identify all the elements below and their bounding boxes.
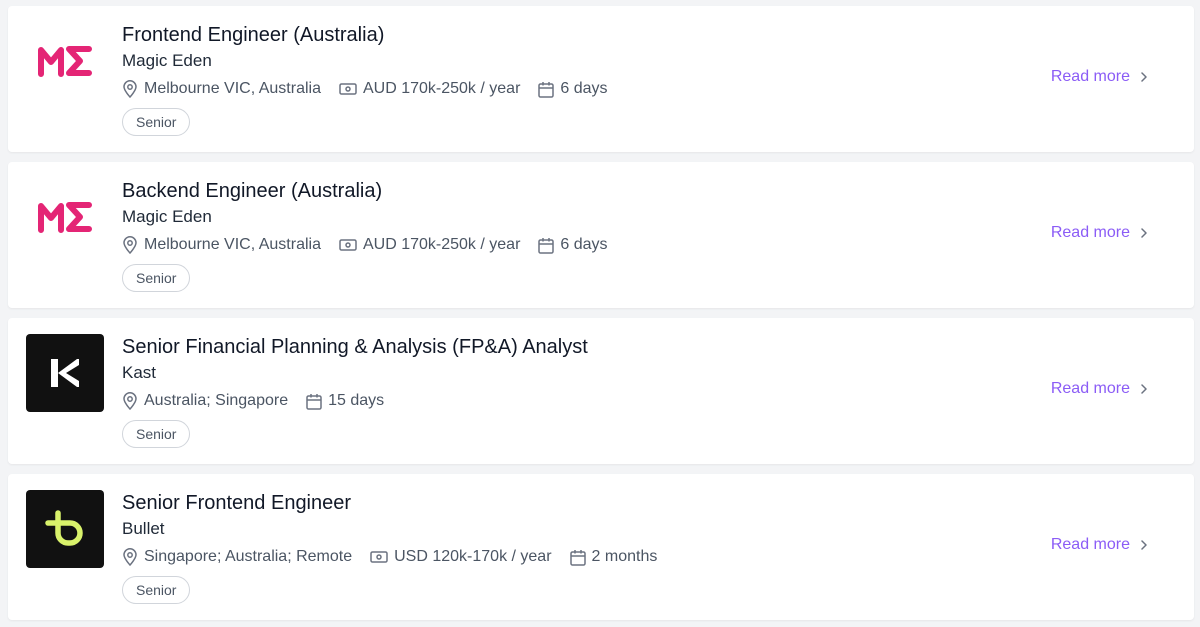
calendar-icon (538, 237, 555, 254)
chevron-right-icon (1141, 384, 1147, 394)
seniority-tag: Senior (122, 108, 191, 136)
job-meta: Melbourne VIC, Australia AUD 170k-250k /… (122, 74, 626, 104)
magic-eden-logo (26, 22, 104, 100)
job-list: Frontend Engineer (Australia) Magic Eden… (0, 0, 1200, 627)
read-more-label: Read more (1050, 68, 1130, 85)
location-pin-icon (123, 80, 137, 98)
read-more-link[interactable]: Read more (1051, 536, 1148, 554)
company-name: Bullet (122, 519, 165, 538)
money-icon (370, 551, 388, 563)
seniority-tag: Senior (122, 576, 191, 604)
job-salary: AUD 170k-250k / year (362, 80, 521, 97)
calendar-icon (538, 81, 555, 98)
read-more-label: Read more (1050, 224, 1130, 241)
calendar-icon (569, 549, 586, 566)
job-meta: Melbourne VIC, Australia AUD 170k-250k /… (122, 230, 626, 260)
job-title[interactable]: Senior Frontend Engineer (122, 490, 675, 516)
job-title[interactable]: Backend Engineer (Australia) (122, 178, 626, 204)
job-posted: 6 days (560, 236, 608, 253)
job-meta: Australia; Singapore 15 days (122, 386, 588, 416)
job-card[interactable]: Senior Frontend Engineer Bullet Singapor… (8, 474, 1194, 620)
magic-eden-logo (26, 178, 104, 256)
company-name: Kast (122, 363, 157, 382)
read-more-label: Read more (1050, 380, 1130, 397)
chevron-right-icon (1141, 228, 1147, 238)
location-pin-icon (123, 236, 137, 254)
company-name: Magic Eden (122, 51, 212, 70)
job-posted: 2 months (591, 548, 658, 565)
read-more-link[interactable]: Read more (1051, 224, 1148, 242)
chevron-right-icon (1141, 540, 1147, 550)
job-location: Singapore; Australia; Remote (144, 548, 353, 565)
job-location: Melbourne VIC, Australia (144, 236, 321, 253)
seniority-tag: Senior (122, 264, 191, 292)
job-posted: 6 days (560, 80, 608, 97)
company-name: Magic Eden (122, 207, 212, 226)
kast-logo (26, 334, 104, 412)
money-icon (339, 239, 357, 251)
job-salary: USD 120k-170k / year (394, 548, 552, 565)
job-posted: 15 days (328, 392, 385, 409)
bullet-logo (26, 490, 104, 568)
job-card[interactable]: Backend Engineer (Australia) Magic Eden … (8, 162, 1194, 308)
seniority-tag: Senior (122, 420, 191, 448)
read-more-link[interactable]: Read more (1051, 68, 1148, 86)
job-salary: AUD 170k-250k / year (362, 236, 521, 253)
job-location: Melbourne VIC, Australia (144, 80, 321, 97)
money-icon (339, 83, 357, 95)
job-location: Australia; Singapore (144, 392, 289, 409)
location-pin-icon (123, 392, 137, 410)
job-card[interactable]: Frontend Engineer (Australia) Magic Eden… (8, 6, 1194, 152)
chevron-right-icon (1141, 72, 1147, 82)
read-more-label: Read more (1050, 536, 1130, 553)
job-title[interactable]: Senior Financial Planning & Analysis (FP… (122, 334, 588, 360)
job-meta: Singapore; Australia; Remote USD 120k-17… (122, 542, 675, 572)
job-card[interactable]: Senior Financial Planning & Analysis (FP… (8, 318, 1194, 464)
calendar-icon (306, 393, 322, 410)
read-more-link[interactable]: Read more (1051, 380, 1148, 398)
location-pin-icon (123, 548, 137, 566)
job-title[interactable]: Frontend Engineer (Australia) (122, 22, 626, 48)
